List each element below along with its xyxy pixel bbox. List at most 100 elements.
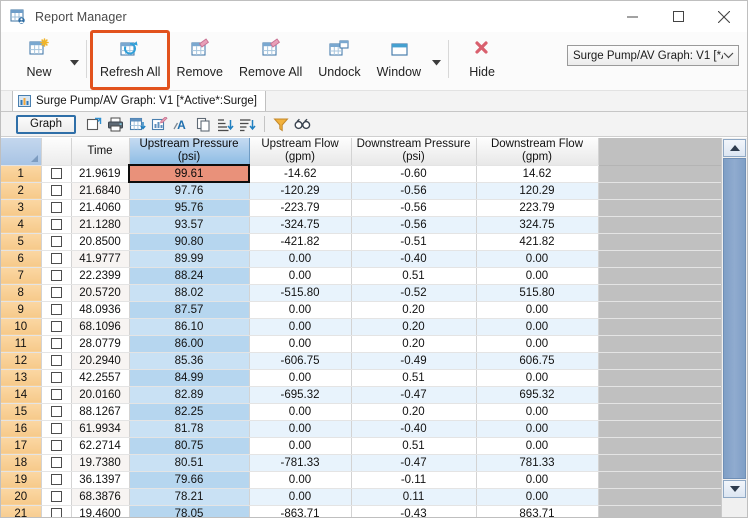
row-checkbox-cell[interactable] bbox=[41, 335, 72, 353]
cell-time[interactable]: 21.1280 bbox=[71, 216, 130, 234]
cell-upstream-flow[interactable]: 0.00 bbox=[249, 301, 352, 319]
row-checkbox-cell[interactable] bbox=[41, 369, 72, 387]
graph-button[interactable]: Graph bbox=[16, 114, 76, 134]
row-checkbox[interactable] bbox=[50, 252, 62, 264]
cell-upstream-pressure[interactable]: 86.10 bbox=[129, 318, 250, 336]
copy-icon[interactable] bbox=[193, 114, 214, 134]
cell-downstream-flow[interactable]: 0.00 bbox=[476, 335, 599, 353]
row-header-cell[interactable]: 12 bbox=[1, 352, 42, 370]
table-row[interactable]: 18 19.7380 80.51 -781.33 -0.47 781.33 bbox=[1, 454, 721, 472]
cell-downstream-flow[interactable]: 0.00 bbox=[476, 471, 599, 489]
cell-downstream-pressure[interactable]: -0.40 bbox=[351, 420, 477, 438]
row-checkbox-cell[interactable] bbox=[41, 199, 72, 217]
cell-upstream-flow[interactable]: 0.00 bbox=[249, 335, 352, 353]
row-checkbox[interactable] bbox=[50, 337, 62, 349]
cell-downstream-pressure[interactable]: -0.49 bbox=[351, 352, 477, 370]
cell-downstream-pressure[interactable]: -0.51 bbox=[351, 233, 477, 251]
cell-upstream-pressure[interactable]: 99.61 bbox=[128, 164, 250, 183]
row-checkbox[interactable] bbox=[50, 320, 62, 332]
row-checkbox-cell[interactable] bbox=[41, 505, 72, 517]
cell-upstream-flow[interactable]: -606.75 bbox=[249, 352, 352, 370]
row-checkbox[interactable] bbox=[50, 388, 62, 400]
row-checkbox-cell[interactable] bbox=[41, 233, 72, 251]
row-checkbox[interactable] bbox=[50, 286, 62, 298]
table-row[interactable]: 15 88.1267 82.25 0.00 0.20 0.00 bbox=[1, 403, 721, 421]
row-header-cell[interactable]: 3 bbox=[1, 199, 42, 217]
table-row[interactable]: 6 41.9777 89.99 0.00 -0.40 0.00 bbox=[1, 250, 721, 268]
close-button[interactable] bbox=[701, 1, 747, 32]
cell-time[interactable]: 19.7380 bbox=[71, 454, 130, 472]
cell-upstream-flow[interactable]: -421.82 bbox=[249, 233, 352, 251]
row-checkbox-cell[interactable] bbox=[41, 301, 72, 319]
cell-downstream-pressure[interactable]: -0.43 bbox=[351, 505, 477, 517]
row-checkbox-cell[interactable] bbox=[41, 267, 72, 285]
cell-upstream-pressure[interactable]: 82.25 bbox=[129, 403, 250, 421]
row-header-cell[interactable]: 7 bbox=[1, 267, 42, 285]
cell-downstream-pressure[interactable]: 0.51 bbox=[351, 437, 477, 455]
cell-downstream-pressure[interactable]: -0.56 bbox=[351, 216, 477, 234]
cell-time[interactable]: 19.4600 bbox=[71, 505, 130, 517]
table-row[interactable]: 16 61.9934 81.78 0.00 -0.40 0.00 bbox=[1, 420, 721, 438]
cell-upstream-pressure[interactable]: 80.51 bbox=[129, 454, 250, 472]
cell-downstream-pressure[interactable]: -0.40 bbox=[351, 250, 477, 268]
report-selector-combobox[interactable]: Surge Pump/AV Graph: V1 [*Ac bbox=[567, 45, 739, 66]
cell-downstream-pressure[interactable]: -0.11 bbox=[351, 471, 477, 489]
row-header-cell[interactable]: 9 bbox=[1, 301, 42, 319]
cell-upstream-pressure[interactable]: 79.66 bbox=[129, 471, 250, 489]
cell-upstream-flow[interactable]: -324.75 bbox=[249, 216, 352, 234]
cell-downstream-pressure[interactable]: 0.51 bbox=[351, 369, 477, 387]
cell-time[interactable]: 42.2557 bbox=[71, 369, 130, 387]
cell-downstream-flow[interactable]: 14.62 bbox=[476, 165, 599, 183]
row-header-cell[interactable]: 8 bbox=[1, 284, 42, 302]
cell-downstream-flow[interactable]: 0.00 bbox=[476, 403, 599, 421]
row-checkbox[interactable] bbox=[50, 201, 62, 213]
row-checkbox-cell[interactable] bbox=[41, 403, 72, 421]
row-header-cell[interactable]: 4 bbox=[1, 216, 42, 234]
cell-time[interactable]: 20.2940 bbox=[71, 352, 130, 370]
vertical-scrollbar[interactable] bbox=[721, 138, 747, 517]
table-row[interactable]: 9 48.0936 87.57 0.00 0.20 0.00 bbox=[1, 301, 721, 319]
row-header-cell[interactable]: 17 bbox=[1, 437, 42, 455]
table-row[interactable]: 17 62.2714 80.75 0.00 0.51 0.00 bbox=[1, 437, 721, 455]
cell-upstream-pressure[interactable]: 85.36 bbox=[129, 352, 250, 370]
table-row[interactable]: 7 22.2399 88.24 0.00 0.51 0.00 bbox=[1, 267, 721, 285]
table-row[interactable]: 20 68.3876 78.21 0.00 0.11 0.00 bbox=[1, 488, 721, 506]
cell-time[interactable]: 22.2399 bbox=[71, 267, 130, 285]
row-header-cell[interactable]: 14 bbox=[1, 386, 42, 404]
table-row[interactable]: 1 21.9619 99.61 -14.62 -0.60 14.62 bbox=[1, 164, 721, 183]
cell-upstream-flow[interactable]: -695.32 bbox=[249, 386, 352, 404]
cell-downstream-pressure[interactable]: -0.52 bbox=[351, 284, 477, 302]
row-header-cell[interactable]: 19 bbox=[1, 471, 42, 489]
window-button[interactable]: Window bbox=[369, 32, 429, 88]
scroll-up-button[interactable] bbox=[723, 139, 746, 157]
row-header-cell[interactable]: 13 bbox=[1, 369, 42, 387]
cell-upstream-flow[interactable]: -515.80 bbox=[249, 284, 352, 302]
cell-downstream-flow[interactable]: 324.75 bbox=[476, 216, 599, 234]
row-header-cell[interactable]: 10 bbox=[1, 318, 42, 336]
cell-downstream-flow[interactable]: 0.00 bbox=[476, 488, 599, 506]
table-row[interactable]: 14 20.0160 82.89 -695.32 -0.47 695.32 bbox=[1, 386, 721, 404]
cell-downstream-flow[interactable]: 0.00 bbox=[476, 437, 599, 455]
row-checkbox[interactable] bbox=[50, 456, 62, 468]
cell-downstream-flow[interactable]: 695.32 bbox=[476, 386, 599, 404]
cell-downstream-pressure[interactable]: -0.56 bbox=[351, 182, 477, 200]
row-checkbox[interactable] bbox=[50, 269, 62, 281]
row-checkbox[interactable] bbox=[50, 490, 62, 502]
cell-upstream-flow[interactable]: 0.00 bbox=[249, 437, 352, 455]
minimize-button[interactable] bbox=[609, 1, 655, 32]
cell-downstream-flow[interactable]: 0.00 bbox=[476, 369, 599, 387]
cell-time[interactable]: 28.0779 bbox=[71, 335, 130, 353]
cell-upstream-pressure[interactable]: 88.24 bbox=[129, 267, 250, 285]
cell-downstream-flow[interactable]: 0.00 bbox=[476, 250, 599, 268]
row-header-cell[interactable]: 21 bbox=[1, 505, 42, 517]
cell-time[interactable]: 68.1096 bbox=[71, 318, 130, 336]
cell-upstream-pressure[interactable]: 90.80 bbox=[129, 233, 250, 251]
cell-downstream-flow[interactable]: 0.00 bbox=[476, 301, 599, 319]
remove-all-button[interactable]: Remove All bbox=[231, 32, 310, 88]
cell-upstream-pressure[interactable]: 80.75 bbox=[129, 437, 250, 455]
row-checkbox-cell[interactable] bbox=[41, 250, 72, 268]
cell-time[interactable]: 36.1397 bbox=[71, 471, 130, 489]
find-icon[interactable] bbox=[292, 114, 313, 134]
cell-downstream-flow[interactable]: 223.79 bbox=[476, 199, 599, 217]
cell-time[interactable]: 20.0160 bbox=[71, 386, 130, 404]
